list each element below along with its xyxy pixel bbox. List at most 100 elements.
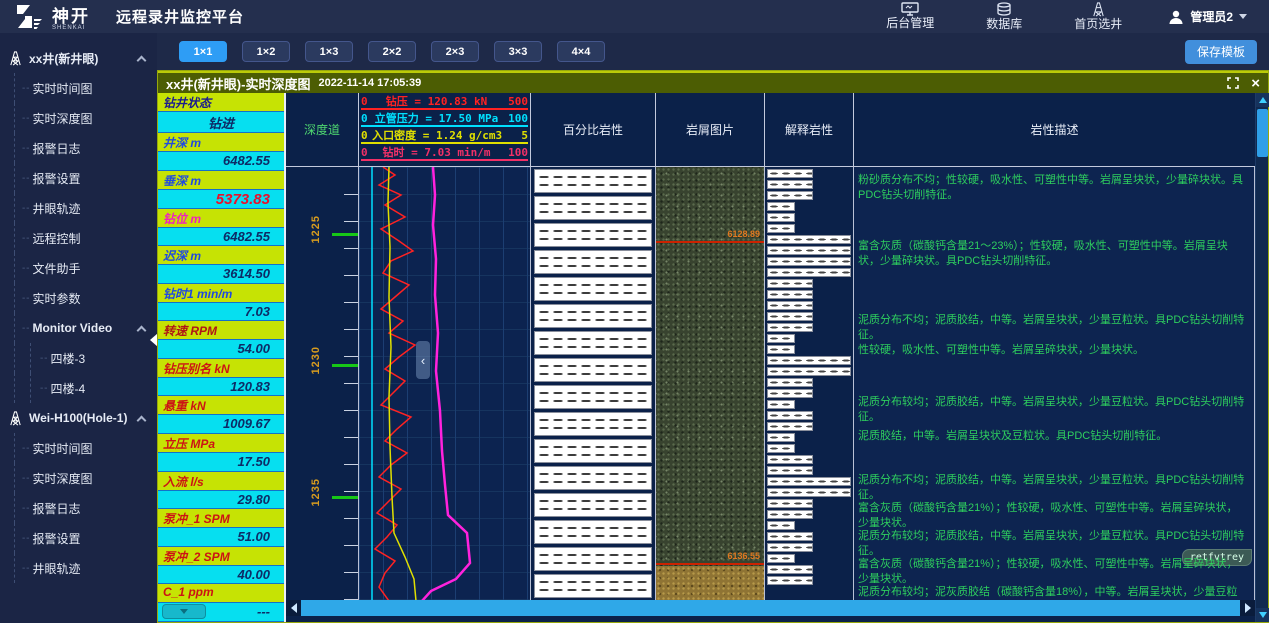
interpreted-lithology-box: [767, 323, 813, 332]
interpreted-lithology-box: [767, 301, 813, 310]
nav-后台管理[interactable]: 后台管理: [886, 2, 934, 30]
layout-button-4×4[interactable]: 4×4: [557, 41, 605, 62]
sidebar-item[interactable]: ‐ ‐文件助手: [0, 253, 157, 283]
layout-button-1×2[interactable]: 1×2: [242, 41, 290, 62]
interpreted-lithology-box: [767, 213, 795, 222]
top-nav: 后台管理 数据库 首页选井: [886, 2, 1122, 31]
parameter-label: 钻位 m: [158, 209, 284, 228]
app-title: 远程录井监控平台: [116, 6, 244, 27]
sidebar-item[interactable]: ‐ ‐四楼-3: [0, 343, 157, 373]
parameter-value: 17.50: [158, 453, 284, 471]
scroll-down-icon[interactable]: [1256, 608, 1269, 622]
scroll-left-icon[interactable]: [286, 600, 301, 616]
depth-major-tick: [332, 364, 358, 367]
percent-lithology-bar: [534, 412, 652, 436]
depth-minor-tick: [344, 221, 358, 222]
sidebar-item[interactable]: ‐ ‐四楼-4: [0, 373, 157, 403]
nav-数据库[interactable]: 数据库: [986, 2, 1022, 31]
parameter-label: 泵冲_1 SPM: [158, 509, 284, 528]
depth-minor-tick: [344, 545, 358, 546]
sidebar-item[interactable]: ‐ ‐实时参数: [0, 283, 157, 313]
parameter-value: 51.00: [158, 528, 284, 546]
parameter-value: 1009.67: [158, 415, 284, 433]
interpreted-lithology-box: [767, 180, 813, 189]
sidebar-item[interactable]: ‐ ‐远程控制: [0, 223, 157, 253]
depth-track: 122512301235: [286, 167, 359, 600]
photo-depth-marker: [656, 241, 764, 243]
sidebar-item[interactable]: ‐ ‐报警设置: [0, 163, 157, 193]
depth-minor-tick: [344, 302, 358, 303]
horizontal-scrollbar[interactable]: [286, 600, 1255, 616]
interpreted-lithology-box: [767, 576, 813, 585]
lithology-description: 泥质分布较均；泥灰质胶结（碳酸钙含量18%），中等。岩屑呈块状，少量豆粒状。具P…: [858, 585, 1248, 600]
derrick-icon: [8, 51, 23, 66]
depth-tick-label: 1235: [310, 478, 322, 506]
interpreted-lithology-box: [767, 246, 851, 255]
parameter-label: 井深 m: [158, 133, 284, 152]
depth-minor-tick: [344, 410, 358, 411]
vertical-scrollbar[interactable]: [1255, 93, 1268, 622]
percent-lithology-bar: [534, 439, 652, 463]
layout-button-1×3[interactable]: 1×3: [305, 41, 353, 62]
curve-legend-立管压力: 0立管压力 = 17.50 MPa100: [361, 113, 528, 127]
interpreted-lithology-box: [767, 565, 813, 574]
layout-button-1×1[interactable]: 1×1: [179, 41, 227, 62]
depth-tick-label: 1230: [310, 346, 322, 374]
percent-lithology-bar: [534, 331, 652, 355]
sidebar-item[interactable]: ‐ ‐实时时间图: [0, 73, 157, 103]
scroll-up-icon[interactable]: [1256, 93, 1269, 107]
chart-collapse-handle[interactable]: ‹: [416, 341, 430, 379]
parameter-value: 40.00: [158, 566, 284, 584]
cuttings-photo-upper: [656, 167, 764, 566]
sidebar-item[interactable]: ‐ ‐井眼轨迹: [0, 553, 157, 583]
sidebar-item[interactable]: ‐ ‐报警日志: [0, 493, 157, 523]
sidebar-item[interactable]: ‐ ‐Monitor Video: [0, 313, 157, 343]
fullscreen-icon[interactable]: [1227, 77, 1239, 89]
interpreted-lithology-box: [767, 290, 813, 299]
curve-track: [359, 167, 531, 600]
depth-minor-tick: [344, 275, 358, 276]
interpreted-lithology-box: [767, 279, 813, 288]
parameter-label: 迟深 m: [158, 246, 284, 265]
vertical-scroll-thumb[interactable]: [1257, 109, 1268, 157]
brand-name: 神开: [52, 7, 90, 26]
parameter-value: 钻进: [158, 112, 284, 132]
parameter-label: 转速 RPM: [158, 321, 284, 340]
parameter-dropdown-button[interactable]: [162, 604, 206, 619]
depth-chart-panel: xx井(新井眼)-实时深度图 2022-11-14 17:05:39 × 钻井状…: [157, 70, 1269, 623]
layout-button-2×2[interactable]: 2×2: [368, 41, 416, 62]
toolbar: 1×1 1×2 1×3 2×2 2×3 3×3 4×4 保存模板: [157, 33, 1269, 70]
percent-lithology-bar: [534, 493, 652, 517]
interpreted-lithology-box: [767, 532, 813, 541]
brand: 神开 SHENKAI: [0, 2, 90, 31]
sidebar-collapse-arrow[interactable]: [150, 333, 157, 347]
close-icon[interactable]: ×: [1251, 76, 1260, 91]
nav-首页选井[interactable]: 首页选井: [1074, 2, 1122, 31]
chart-body: 122512301235 6128.896136.55 r: [286, 166, 1255, 600]
layout-button-2×3[interactable]: 2×3: [431, 41, 479, 62]
curve-legend-钻时: 0钻时 = 7.03 min/m100: [361, 147, 528, 161]
parameter-label: 钻时1 min/m: [158, 284, 284, 303]
sidebar-group[interactable]: xx井(新井眼): [0, 43, 157, 73]
sidebar-item[interactable]: ‐ ‐实时深度图: [0, 103, 157, 133]
sidebar-item[interactable]: ‐ ‐井眼轨迹: [0, 193, 157, 223]
sidebar-group[interactable]: Wei-H100(Hole-1): [0, 403, 157, 433]
lithology-description-column: retfvtrey 粉砂质分布不均；性较硬，吸水性、可塑性中等。岩屑呈块状，少量…: [854, 167, 1255, 600]
parameter: 立压 MPa17.50: [158, 434, 284, 472]
parameter-value: 54.00: [158, 340, 284, 358]
save-template-button[interactable]: 保存模板: [1185, 40, 1257, 64]
user-menu[interactable]: 管理员2: [1168, 8, 1247, 25]
photo-depth-label: 6128.89: [727, 229, 760, 239]
sidebar-item[interactable]: ‐ ‐报警设置: [0, 523, 157, 553]
layout-button-3×3[interactable]: 3×3: [494, 41, 542, 62]
interpreted-lithology-box: [767, 378, 813, 387]
percent-lithology-bar: [534, 250, 652, 274]
depth-minor-tick: [344, 437, 358, 438]
scroll-right-icon[interactable]: [1240, 600, 1255, 616]
parameter: 迟深 m3614.50: [158, 246, 284, 284]
interpreted-lithology-box: [767, 510, 813, 519]
sidebar-item[interactable]: ‐ ‐实时时间图: [0, 433, 157, 463]
interpreted-lithology-box: [767, 411, 813, 420]
sidebar-item[interactable]: ‐ ‐报警日志: [0, 133, 157, 163]
sidebar-item[interactable]: ‐ ‐实时深度图: [0, 463, 157, 493]
